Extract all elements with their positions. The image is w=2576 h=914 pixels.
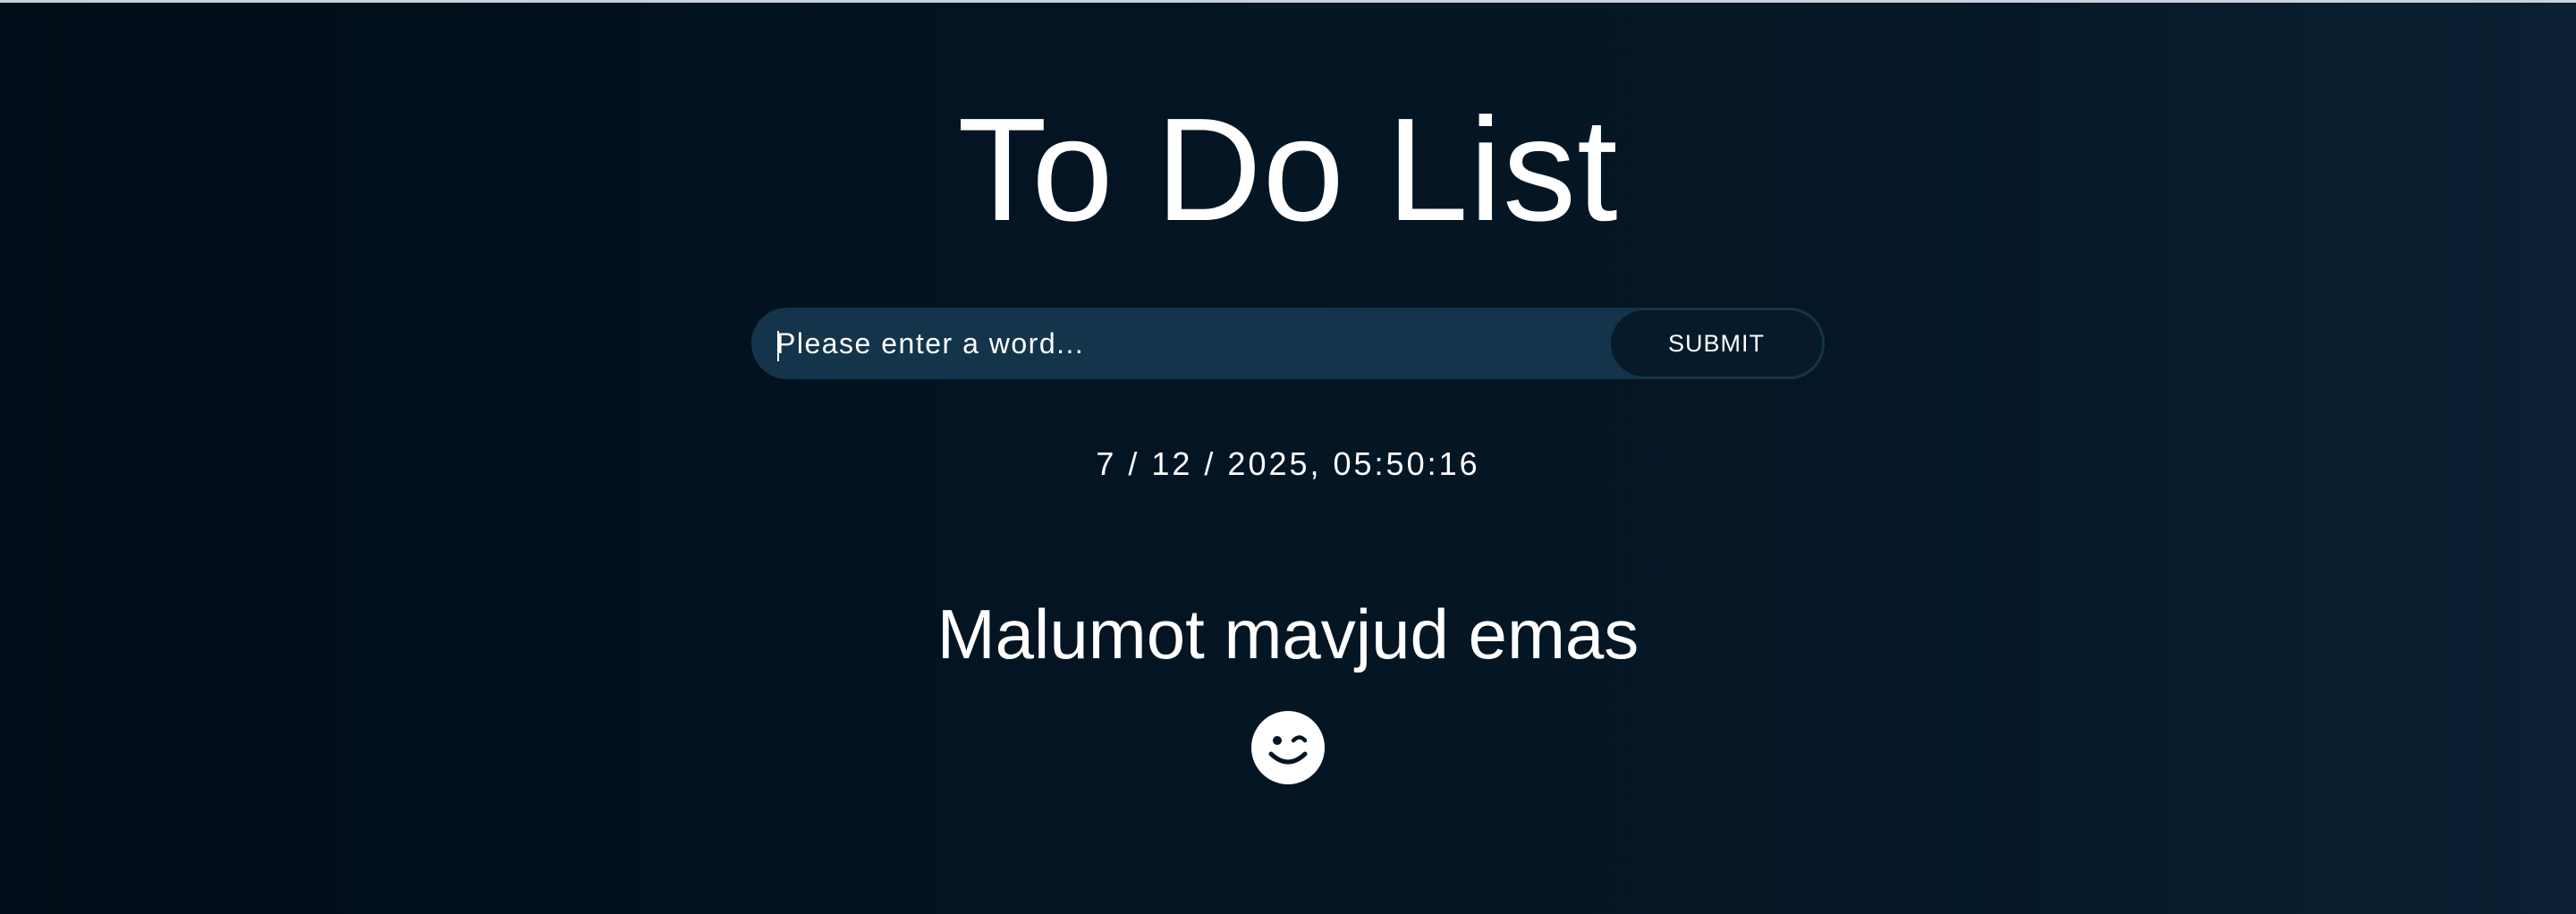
- todo-form: SUBMIT: [751, 308, 1825, 379]
- wink-smiley-icon: [1251, 711, 1325, 784]
- word-input[interactable]: [751, 308, 1608, 379]
- datetime-display: 7 / 12 / 2025, 05:50:16: [1096, 445, 1480, 482]
- page-title: To Do List: [957, 88, 1619, 251]
- empty-state-message: Malumot mavjud emas: [936, 595, 1640, 673]
- top-border: [0, 0, 2576, 3]
- text-cursor: [777, 331, 779, 361]
- submit-button[interactable]: SUBMIT: [1608, 308, 1825, 379]
